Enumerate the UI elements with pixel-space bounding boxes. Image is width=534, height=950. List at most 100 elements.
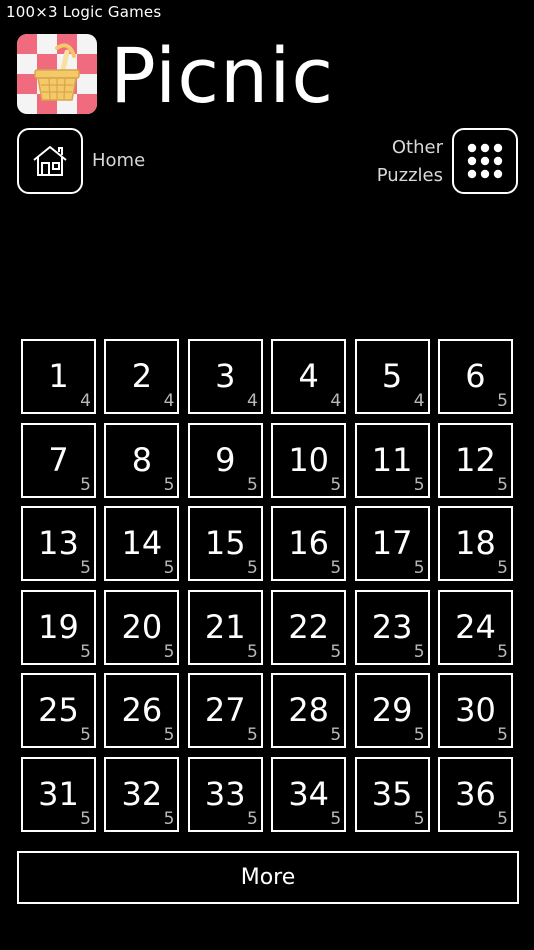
level-number: 34 — [288, 774, 330, 813]
level-size: 5 — [413, 558, 425, 579]
level-button[interactable]: 85 — [104, 422, 180, 498]
level-button[interactable]: 65 — [437, 339, 513, 414]
level-size: 5 — [497, 474, 508, 495]
more-button[interactable]: More — [17, 851, 519, 904]
level-size: 5 — [163, 474, 175, 495]
level-button[interactable]: 34 5 — [271, 756, 347, 832]
level-size: 4 — [246, 391, 258, 411]
home-label: Home — [92, 150, 146, 171]
level-button[interactable]: 29 5 — [354, 673, 430, 749]
other-puzzles-label: Other Puzzles — [377, 134, 443, 190]
level-size: 5 — [497, 808, 508, 829]
level-number: 7 — [48, 440, 69, 479]
level-size: 5 — [330, 808, 342, 829]
level-button[interactable]: 12 5 — [437, 422, 513, 498]
level-button[interactable]: 54 — [354, 339, 430, 414]
level-button[interactable]: 19 5 — [21, 589, 96, 665]
level-number: 18 — [455, 524, 496, 563]
level-size: 5 — [80, 808, 91, 829]
level-number: 15 — [204, 524, 246, 563]
level-number: 4 — [298, 357, 319, 395]
level-number: 1 — [48, 357, 69, 395]
level-number: 36 — [455, 774, 496, 813]
level-button[interactable]: 25 5 — [21, 673, 96, 749]
level-size: 5 — [246, 725, 258, 746]
level-size: 4 — [413, 391, 425, 411]
level-size: 5 — [497, 641, 508, 662]
home-button[interactable] — [17, 128, 83, 194]
level-number: 30 — [455, 691, 496, 730]
level-number: 12 — [455, 440, 496, 479]
level-button[interactable]: 11 5 — [354, 422, 430, 498]
level-number: 27 — [204, 691, 246, 730]
level-number: 32 — [121, 774, 163, 813]
level-size: 5 — [413, 474, 425, 495]
level-number: 35 — [371, 774, 413, 813]
level-number: 22 — [288, 607, 330, 646]
level-size: 5 — [163, 808, 175, 829]
level-number: 33 — [204, 774, 246, 813]
level-button[interactable]: 14 5 — [104, 506, 180, 582]
level-size: 5 — [330, 725, 342, 746]
level-size: 5 — [413, 641, 425, 662]
level-button[interactable]: 22 5 — [271, 589, 347, 665]
level-button[interactable]: 32 5 — [104, 756, 180, 832]
level-button[interactable]: 35 5 — [354, 756, 430, 832]
level-grid: 1 4 2 4 3 4 4 4 5 4 6 5 7 5 8 5 9 5 10 5 11 5 12 5 13 5 14 5 15 5 16 5 1… — [21, 339, 515, 832]
level-size: 5 — [413, 808, 425, 829]
level-number: 26 — [121, 691, 163, 730]
level-button[interactable]: 10 5 — [271, 422, 347, 498]
level-number: 21 — [204, 607, 246, 646]
level-size: 4 — [330, 391, 342, 411]
level-size: 4 — [163, 391, 175, 411]
other-label-line2: Puzzles — [376, 165, 443, 186]
level-button[interactable]: 26 5 — [104, 673, 180, 749]
level-button[interactable]: 14 — [21, 339, 96, 414]
level-number: 10 — [288, 440, 330, 479]
level-size: 5 — [246, 808, 258, 829]
level-number: 24 — [455, 607, 496, 646]
level-button[interactable]: 33 5 — [187, 756, 263, 832]
level-size: 5 — [330, 558, 342, 579]
level-button[interactable]: 30 5 — [437, 673, 513, 749]
level-size: 5 — [163, 725, 175, 746]
level-size: 5 — [330, 474, 342, 495]
level-button[interactable]: 95 — [187, 422, 263, 498]
level-button[interactable]: 24 — [104, 339, 180, 414]
level-button[interactable]: 27 5 — [187, 673, 263, 749]
level-size: 5 — [163, 641, 175, 662]
level-number: 23 — [371, 607, 413, 646]
level-button[interactable]: 24 5 — [437, 589, 513, 665]
level-button[interactable]: 44 — [271, 339, 347, 414]
level-button[interactable]: 17 5 — [354, 506, 430, 582]
house-icon — [33, 146, 67, 176]
level-size: 5 — [246, 641, 258, 662]
level-button[interactable]: 28 5 — [271, 673, 347, 749]
level-button[interactable]: 15 5 — [187, 506, 263, 582]
level-number: 28 — [288, 691, 330, 730]
level-size: 5 — [330, 641, 342, 662]
level-size: 5 — [497, 558, 508, 579]
level-button[interactable]: 75 — [21, 422, 96, 498]
level-number: 8 — [131, 440, 153, 479]
level-button[interactable]: 20 5 — [104, 589, 180, 665]
level-size: 5 — [413, 725, 425, 746]
level-number: 3 — [215, 357, 236, 395]
level-number: 19 — [38, 607, 79, 646]
level-size: 5 — [80, 558, 91, 579]
level-number: 11 — [371, 440, 413, 479]
level-button[interactable]: 16 5 — [271, 506, 347, 582]
level-size: 5 — [246, 474, 258, 495]
level-button[interactable]: 31 5 — [21, 756, 96, 832]
other-puzzles-button[interactable] — [452, 128, 518, 194]
level-button[interactable]: 18 5 — [437, 506, 513, 582]
level-number: 17 — [371, 524, 413, 563]
level-size: 4 — [80, 391, 91, 411]
level-button[interactable]: 34 — [187, 339, 263, 414]
level-button[interactable]: 13 5 — [21, 506, 96, 582]
level-button[interactable]: 23 5 — [354, 589, 430, 665]
level-button[interactable]: 21 5 — [187, 589, 263, 665]
level-number: 2 — [131, 357, 153, 395]
level-number: 29 — [371, 691, 413, 730]
level-button[interactable]: 36 5 — [437, 756, 513, 832]
